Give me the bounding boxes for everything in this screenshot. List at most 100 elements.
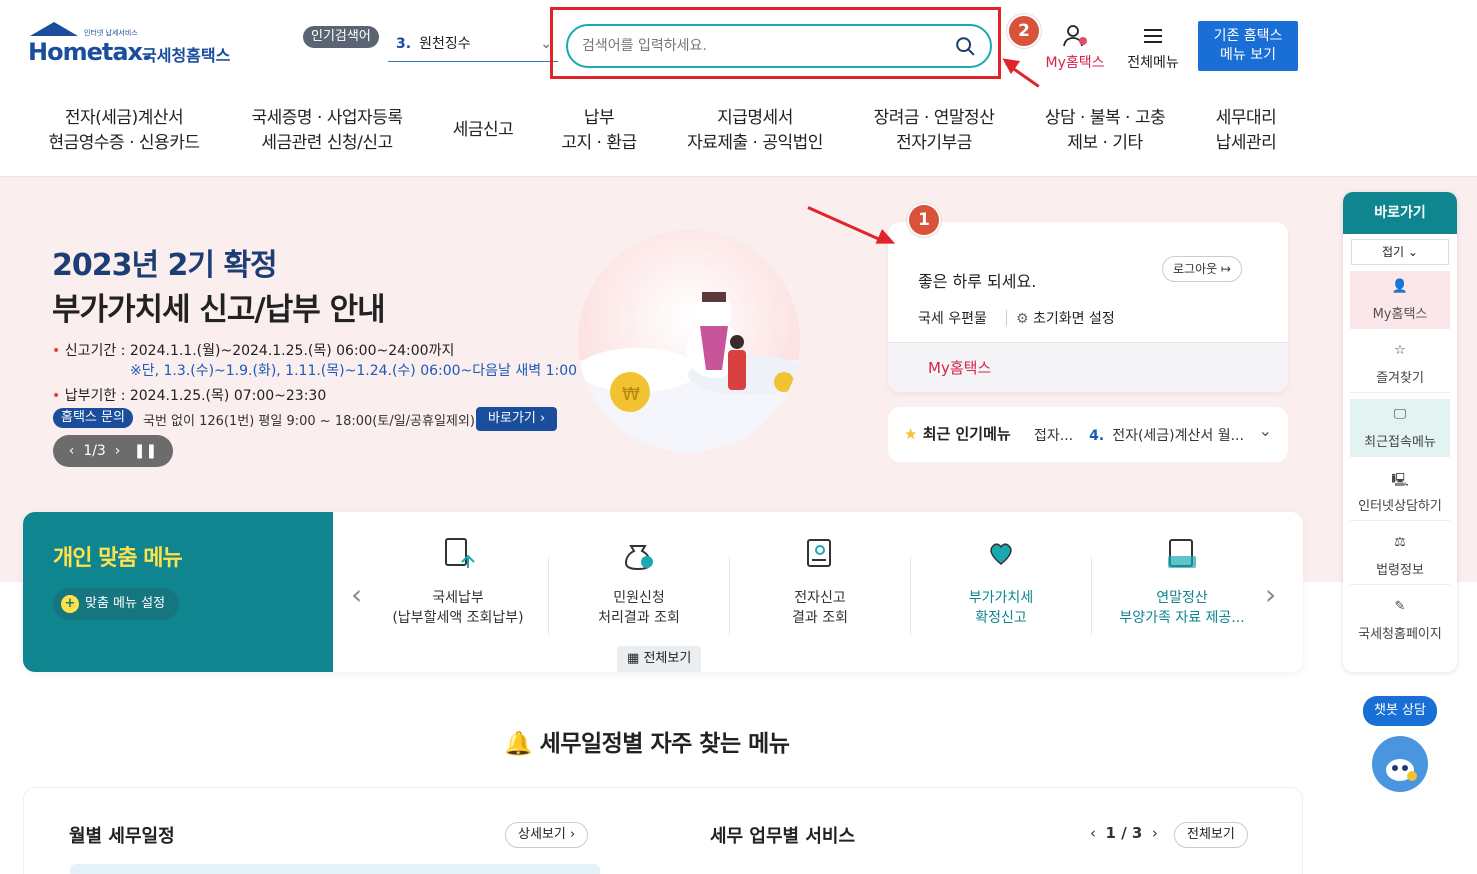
hero-period: • 신고기간 : 2024.1.1.(월)~2024.1.25.(목) 06:0…: [52, 343, 455, 359]
detail-label: 상세보기: [518, 827, 566, 842]
nav-label: 자료제출 · 공익법인: [687, 133, 823, 153]
old-menu-button[interactable]: 기존 홈택스 메뉴 보기: [1198, 21, 1298, 71]
hometax-logo[interactable]: 인터넷 납세서비스 Hometax. 국세청홈택스: [24, 22, 244, 72]
logout-button[interactable]: 로그아웃 ↦: [1162, 256, 1243, 282]
monthly-schedule-title: 월별 세무일정: [69, 826, 175, 847]
prev-icon[interactable]: ‹: [1090, 824, 1096, 842]
quick-links-title: 바로가기: [1343, 192, 1457, 234]
snowman-illustration: ₩: [578, 230, 800, 452]
nav-label: 세금신고: [452, 120, 514, 140]
custom-item-civil-result[interactable]: 민원신청 처리결과 조회: [549, 536, 729, 628]
logout-label: 로그아웃: [1173, 262, 1218, 276]
hero-period-note: ※단, 1.3.(수)~1.9.(화), 1.11.(목)~1.24.(수) 0…: [130, 363, 578, 379]
plus-icon: +: [61, 595, 79, 613]
hero-goto-button[interactable]: 바로가기 ›: [476, 407, 558, 431]
mascot-icon: [1380, 746, 1420, 786]
star-icon: ★: [904, 425, 918, 443]
initial-screen-setting-link[interactable]: ⚙ 초기화면 설정: [1016, 308, 1115, 328]
title-rest: 맞춤 메뉴: [91, 546, 183, 571]
nav-item-tax-return[interactable]: 세금신고: [436, 118, 530, 143]
nav-item-consult[interactable]: 상담 · 불복 · 고충 제보 · 기타: [1030, 106, 1180, 156]
next-icon[interactable]: ›: [1152, 824, 1158, 842]
popular-keyword-rank: 3.: [396, 36, 412, 52]
logout-icon: ↦: [1221, 262, 1232, 276]
custom-item-tax-payment[interactable]: 국세납부 (납부할세액 조회납부): [368, 536, 548, 628]
chevron-right-icon: ›: [539, 411, 546, 426]
fold-button[interactable]: 접기 ⌄: [1351, 239, 1449, 265]
monitor-check-icon: 🖳: [1391, 473, 1409, 488]
nav-item-certificate[interactable]: 국세증명 · 사업자등록 세금관련 신청/신고: [232, 106, 422, 156]
nav-label: 납부: [583, 108, 615, 128]
quick-internet-consult[interactable]: 🖳 인터넷상담하기: [1350, 463, 1450, 521]
chevron-down-icon: ⌄: [1407, 245, 1418, 259]
highlight-box-search: [550, 7, 1001, 79]
next-arrow-icon[interactable]: ›: [1265, 578, 1276, 611]
all-menu-button[interactable]: 전체메뉴: [1122, 24, 1184, 72]
gavel-icon: ⚖: [1394, 535, 1406, 550]
nav-item-incentive[interactable]: 장려금 · 연말정산 전자기부금: [860, 106, 1008, 156]
tax-mail-link[interactable]: 국세 우편물: [918, 308, 987, 328]
nav-label: 상담 · 불복 · 고충: [1044, 108, 1166, 128]
quick-recent-menu[interactable]: 🖵 최근접속메뉴: [1350, 399, 1450, 457]
logo-subtitle: 인터넷 납세서비스: [84, 29, 138, 37]
inquiry-text: 국번 없이 126(1번) 평일 9:00 ~ 18:00(토/일/공휴일제외): [143, 414, 475, 429]
all-menu-label: 전체메뉴: [1127, 55, 1179, 71]
nav-item-e-invoice[interactable]: 전자(세금)계산서 현금영수증 · 신용카드: [30, 106, 218, 156]
quick-links-bar: 바로가기 접기 ⌄ 👤 My홈택스 ☆ 즐겨찾기 🖵 최근접속메뉴 🖳 인터넷상담하기 …: [1343, 192, 1457, 672]
hero-due: • 납부기한 : 2024.1.25.(목) 07:00~23:30: [52, 388, 327, 404]
quick-label: 인터넷상담하기: [1358, 499, 1442, 514]
quick-law-info[interactable]: ⚖ 법령정보: [1350, 527, 1450, 585]
schedule-panel: 월별 세무일정 상세보기 › 세무 업무별 서비스 ‹ 1 / 3 › 전체보기: [23, 787, 1303, 874]
quick-label: 최근접속메뉴: [1364, 435, 1436, 450]
quick-label: My홈택스: [1372, 307, 1428, 322]
custom-item-year-end[interactable]: 연말정산 부양가족 자료 제공...: [1092, 536, 1272, 628]
chevron-down-icon[interactable]: ⌄: [1259, 421, 1272, 440]
myhometax-link[interactable]: My홈택스: [928, 357, 991, 378]
custom-item-efiling-result[interactable]: 전자신고 결과 조회: [730, 536, 910, 628]
ticker-prev: 접자...: [1034, 428, 1074, 444]
custom-item-vat-final[interactable]: 부가가치세확정신고: [911, 536, 1091, 628]
chatbot-button[interactable]: 챗봇 상담: [1363, 696, 1437, 726]
nav-label: 현금영수증 · 신용카드: [48, 133, 200, 153]
detail-view-button[interactable]: 상세보기 ›: [505, 822, 589, 848]
period-value: 2024.1.1.(월)~2024.1.25.(목) 06:00~24:00까지: [129, 343, 455, 359]
snowman-icon: ₩: [578, 292, 800, 452]
service-view-all-button[interactable]: 전체보기: [1174, 822, 1248, 848]
item-line1: 연말정산: [1156, 590, 1208, 606]
popular-keyword-dropdown[interactable]: 3. 원천징수 ⌄: [388, 30, 558, 62]
custom-menu-setting-button[interactable]: + 맞춤 메뉴 설정: [53, 588, 180, 620]
next-slide-icon[interactable]: ›: [115, 443, 121, 459]
pause-icon[interactable]: ❚❚: [134, 443, 157, 459]
custom-view-all-button[interactable]: ▦ 전체보기: [617, 646, 702, 672]
bell-icon: 🔔: [504, 731, 533, 757]
logo-text: Hometax.: [28, 38, 151, 66]
custom-menu-panel: 개인 맞춤 메뉴 + 맞춤 메뉴 설정 ‹ 국세납부 (납부할세액 조회납부) 민원…: [23, 512, 1303, 672]
nav-label: 전자기부금: [896, 133, 972, 153]
prev-arrow-icon[interactable]: ‹: [351, 578, 362, 611]
nav-item-tax-agent[interactable]: 세무대리 납세관리: [1198, 106, 1294, 156]
star-outline-icon: ☆: [1394, 343, 1406, 358]
greeting-text: 좋은 하루 되세요.: [918, 272, 1037, 291]
old-menu-line2: 메뉴 보기: [1220, 47, 1276, 63]
recent-popular-menu[interactable]: ★ 최근 인기메뉴 접자... 4. 전자(세금)계산서 월... ⌄: [888, 407, 1288, 462]
nav-item-payment-statement[interactable]: 지급명세서 자료제출 · 공익법인: [674, 106, 836, 156]
inquiry-tag: 홈택스 문의: [53, 408, 133, 428]
fold-label: 접기: [1382, 245, 1405, 259]
svg-text:₩: ₩: [622, 384, 640, 405]
view-all-label: 전체보기: [643, 651, 692, 666]
hero-title-1: 2023년 2기 확정: [52, 248, 278, 283]
folder-document-icon: [1168, 539, 1196, 568]
quick-nts-homepage[interactable]: ✎ 국세청홈페이지: [1350, 591, 1450, 649]
item-line1: 부가가치세: [968, 590, 1034, 606]
nav-item-payment[interactable]: 납부 고지 · 환급: [546, 106, 652, 156]
item-line2: 확정신고: [975, 610, 1027, 626]
old-menu-line1: 기존 홈택스: [1213, 28, 1283, 44]
ticker-item: 전자(세금)계산서 월...: [1112, 428, 1244, 444]
quick-favorites[interactable]: ☆ 즐겨찾기: [1350, 335, 1450, 393]
prev-slide-icon[interactable]: ‹: [69, 443, 75, 459]
logo-korean: 국세청홈택스: [142, 46, 231, 65]
schedule-section-title: 🔔 세무일정별 자주 찾는 메뉴: [504, 724, 790, 758]
quick-myhometax[interactable]: 👤 My홈택스: [1350, 271, 1450, 329]
myhometax-button[interactable]: My홈택스: [1040, 24, 1110, 72]
chatbot-mascot-icon[interactable]: [1372, 736, 1428, 792]
